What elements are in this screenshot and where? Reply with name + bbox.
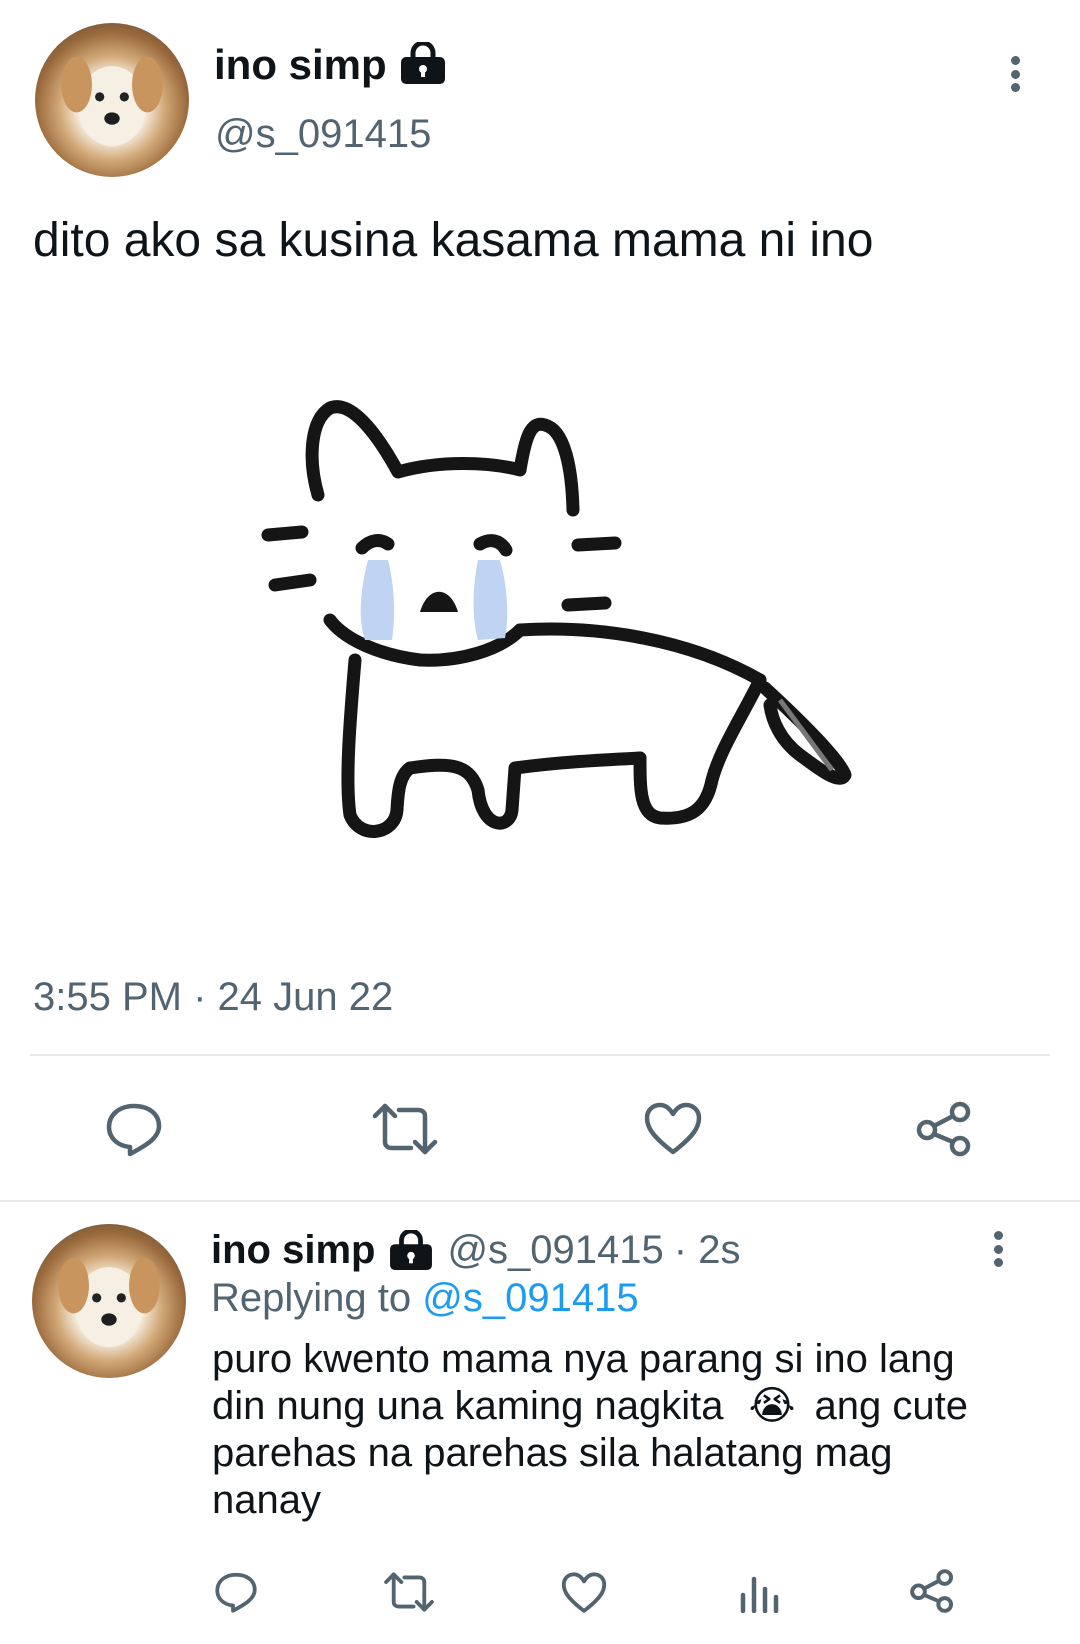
reply-icon [215,1572,257,1613]
reply-text-line: nanay [212,1478,321,1522]
avatar[interactable] [35,23,189,177]
retweet-button[interactable] [370,1100,440,1158]
reply-views-button[interactable] [738,1570,780,1616]
like-icon [561,1572,607,1613]
dog-avatar-icon [58,1257,160,1348]
lock-icon [400,42,446,84]
reply-text-line: parehas na parehas sila halatang mag [212,1431,893,1475]
share-button[interactable] [914,1098,974,1160]
reply-avatar[interactable] [32,1224,186,1378]
reply-time: · 2s [673,1228,741,1272]
divider [0,1200,1080,1202]
reply-reply-button[interactable] [212,1568,260,1616]
reply-button[interactable] [104,1100,164,1158]
tweet-timestamp: 3:55 PM · 24 Jun 22 [33,975,394,1019]
more-options-icon[interactable] [1008,56,1022,92]
reply-text-segment: din nung una kaming nagkita [212,1384,724,1428]
crying-cat-drawing-icon [261,400,852,838]
reply-share-button[interactable] [908,1566,956,1616]
reply-author-handle[interactable]: @s_091415 [447,1226,663,1274]
tweet-text: dito ako sa kusina kasama mama ni ino [33,214,874,267]
reply-author-name[interactable]: ino simp [211,1226,375,1274]
share-icon [910,1569,954,1613]
divider [30,1054,1050,1056]
like-button[interactable] [642,1100,704,1158]
reply-like-button[interactable] [560,1570,608,1616]
reply-text-line: puro kwento mama nya parang si ino lang [212,1337,955,1381]
replying-to-handle-link[interactable]: @s_091415 [422,1276,638,1320]
reply-header: ino simp @s_091415 · 2s [211,1226,740,1274]
views-icon [740,1576,779,1613]
reply-icon [106,1103,162,1157]
lock-icon [389,1230,433,1270]
dog-avatar-icon [61,56,163,147]
share-icon [916,1101,971,1157]
tweet-image[interactable] [240,380,860,860]
reply-retweet-button[interactable] [382,1568,436,1616]
replying-to-label: Replying to [211,1276,412,1320]
retweet-icon [372,1103,438,1155]
crying-emoji-icon: 😭 [748,1383,796,1429]
reply-text-segment: ang cute [814,1384,968,1428]
reply-text-line: din nung una kaming nagkita 😭 ang cute [212,1383,1012,1430]
like-icon [644,1102,702,1155]
reply-text: puro kwento mama nya parang si ino lang … [212,1336,1012,1524]
author-handle[interactable]: @s_091415 [215,110,431,158]
replying-to: Replying to @s_091415 [211,1274,639,1322]
retweet-icon [384,1572,434,1612]
reply-more-options-icon[interactable] [991,1231,1005,1267]
author-name[interactable]: ino simp [214,40,387,90]
